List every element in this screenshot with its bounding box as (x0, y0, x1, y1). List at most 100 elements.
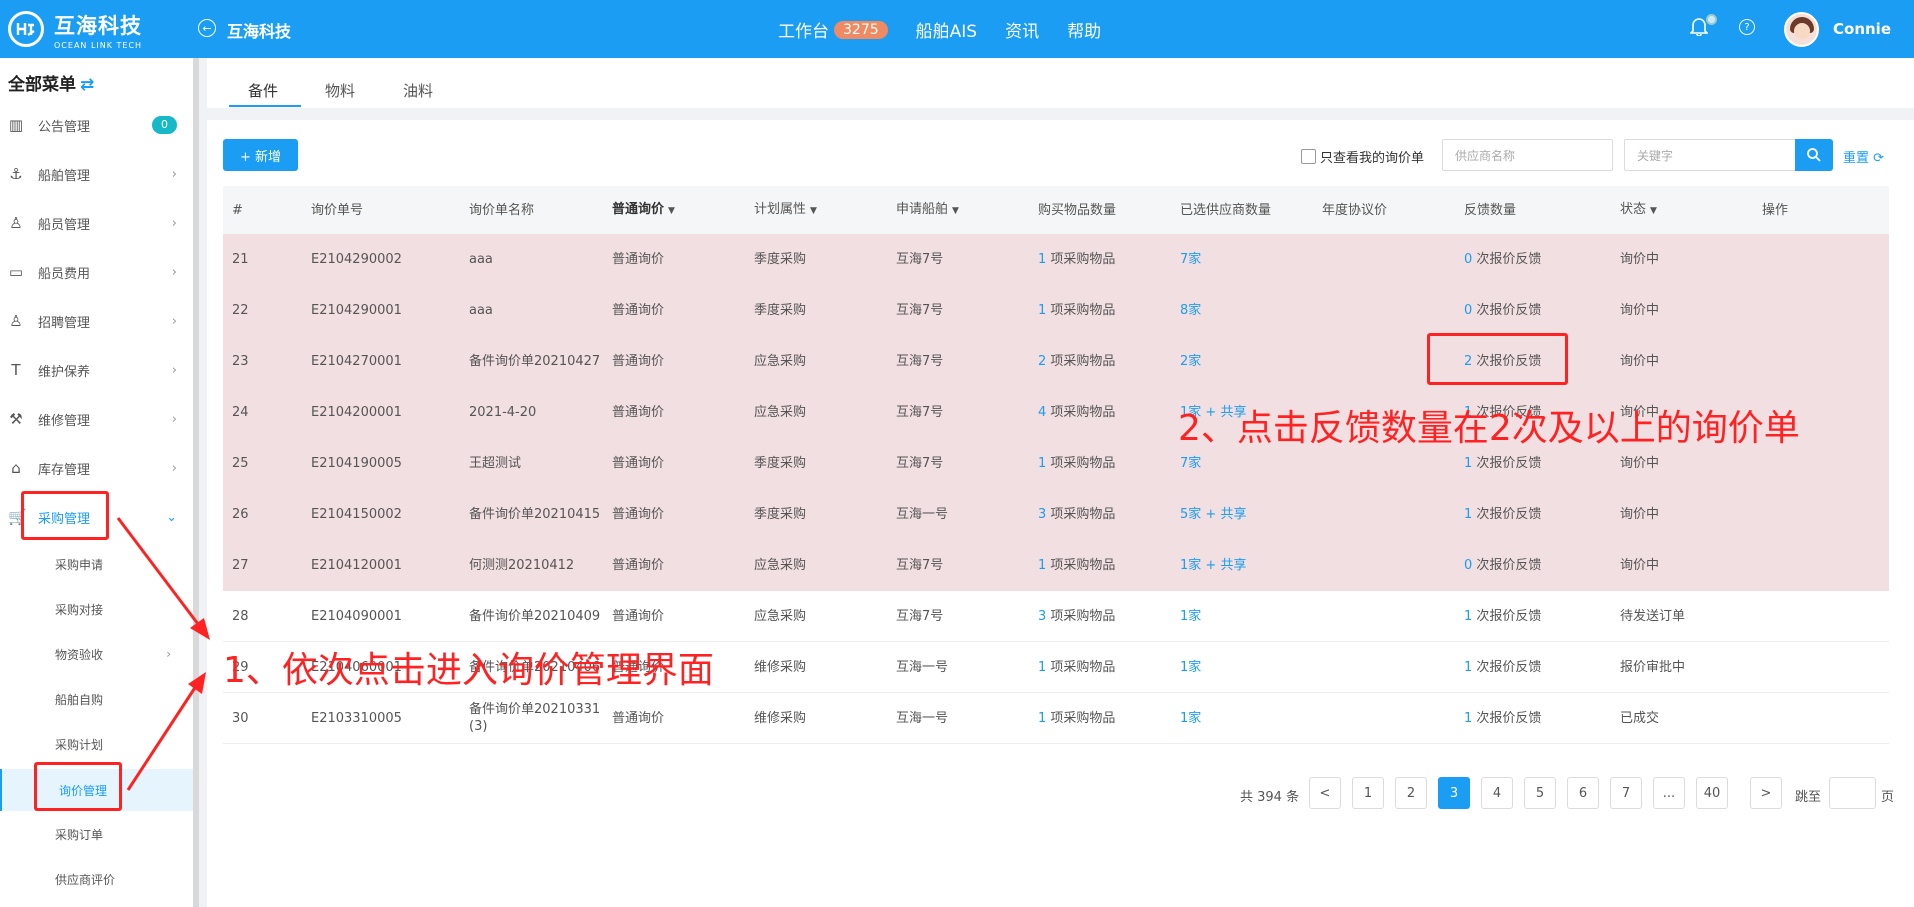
cell-feedback[interactable]: 1 次报价反馈 (1455, 506, 1611, 523)
sidebar-item-crew-cost[interactable]: ▭ 船员费用 › (0, 252, 193, 292)
jump-page-input[interactable] (1829, 777, 1876, 809)
cell-code[interactable]: E2103310005 (302, 710, 460, 727)
cell-name[interactable]: 备件询价单20210331(3) (460, 701, 603, 735)
cell-suppliers[interactable]: 1家 + 共享 (1171, 557, 1313, 574)
supplier-count[interactable]: 2家 (1180, 354, 1201, 369)
col-type[interactable]: 普通询价 ▼ (603, 201, 745, 220)
table-row[interactable]: 22 E2104290001 aaa 普通询价 季度采购 互海7号 1 项采购物品 8家 0 次… (223, 285, 1889, 336)
cell-qty[interactable]: 1 项采购物品 (1029, 302, 1171, 319)
cell-code[interactable]: E2104150002 (302, 506, 460, 523)
cell-code[interactable]: E2104290001 (302, 302, 460, 319)
cell-feedback[interactable]: 0 次报价反馈 (1455, 557, 1611, 574)
prev-page-button[interactable]: < (1309, 777, 1341, 809)
table-row[interactable]: 21 E2104290002 aaa 普通询价 季度采购 互海7号 1 项采购物品 7家 0 次… (223, 234, 1889, 285)
sidebar-item-repair[interactable]: ⚒ 维修管理 › (0, 399, 193, 439)
add-button[interactable]: + 新增 (223, 139, 298, 171)
cell-feedback[interactable]: 1 次报价反馈 (1455, 710, 1611, 727)
sub-item-self-purchase[interactable]: 船舶自购 (0, 679, 193, 719)
cell-feedback[interactable]: 1 次报价反馈 (1455, 608, 1611, 625)
cell-code[interactable]: E2104090001 (302, 608, 460, 625)
table-row[interactable]: 27 E2104120001 何测测20210412 普通询价 应急采购 互海7号 1 项采… (223, 540, 1889, 591)
sidebar-item-crew[interactable]: ♙ 船员管理 › (0, 203, 193, 243)
nav-ship-ais[interactable]: 船舶AIS (916, 17, 977, 42)
cell-suppliers[interactable]: 7家 (1171, 251, 1313, 268)
page-button[interactable]: 1 (1352, 777, 1384, 809)
cell-code[interactable]: E2104200001 (302, 404, 460, 421)
sub-item-supplier-review[interactable]: 供应商评价 (0, 859, 193, 899)
tab-spare-parts[interactable]: 备件 (248, 80, 278, 101)
cell-qty[interactable]: 3 项采购物品 (1029, 608, 1171, 625)
supplier-count[interactable]: 7家 (1180, 252, 1201, 267)
cell-name[interactable]: aaa (460, 251, 603, 268)
page-button[interactable]: 7 (1610, 777, 1642, 809)
cell-code[interactable]: E2104290002 (302, 251, 460, 268)
nav-help[interactable]: 帮助 (1067, 17, 1101, 42)
cell-name[interactable]: aaa (460, 302, 603, 319)
only-mine-checkbox[interactable] (1301, 149, 1316, 164)
cell-name[interactable]: 王超测试 (460, 455, 603, 472)
cell-name[interactable]: 备件询价单20210415 (460, 506, 603, 523)
cell-qty[interactable]: 4 项采购物品 (1029, 404, 1171, 421)
cell-qty[interactable]: 3 项采购物品 (1029, 506, 1171, 523)
cell-suppliers[interactable]: 7家 (1171, 455, 1313, 472)
cell-code[interactable]: E2104120001 (302, 557, 460, 574)
back-arrow-icon[interactable]: ← (198, 19, 216, 37)
reset-button[interactable]: 重置 ⟳ (1843, 147, 1884, 166)
supplier-count[interactable]: 5家 (1180, 507, 1201, 522)
nav-workbench[interactable]: 工作台 3275 (778, 17, 888, 42)
col-status[interactable]: 状态 ▼ (1611, 201, 1753, 220)
swap-icon[interactable]: ⇄ (80, 75, 94, 95)
cell-qty[interactable]: 1 项采购物品 (1029, 455, 1171, 472)
supplier-share[interactable]: + 共享 (1201, 507, 1246, 522)
cell-suppliers[interactable]: 1家 (1171, 710, 1313, 727)
sidebar-item-maintenance[interactable]: T 维护保养 › (0, 350, 193, 390)
avatar[interactable] (1784, 12, 1819, 47)
table-row[interactable]: 28 E2104090001 备件询价单20210409 普通询价 应急采购 互海7号 3 … (223, 591, 1889, 642)
sub-item-purchase-plan[interactable]: 采购计划 (0, 724, 193, 764)
supplier-share[interactable]: + 共享 (1201, 558, 1246, 573)
page-button[interactable]: 2 (1395, 777, 1427, 809)
page-button[interactable]: 6 (1567, 777, 1599, 809)
search-button[interactable] (1795, 139, 1833, 171)
table-row[interactable]: 30 E2103310005 备件询价单20210331(3) 普通询价 维修采购 互海一… (223, 693, 1889, 744)
next-page-button[interactable]: > (1750, 777, 1782, 809)
cell-suppliers[interactable]: 2家 (1171, 353, 1313, 370)
supplier-count[interactable]: 8家 (1180, 303, 1201, 318)
sub-item-purchase-dock[interactable]: 采购对接 (0, 589, 193, 629)
cell-name[interactable]: 备件询价单20210427 (460, 353, 603, 370)
only-mine-filter[interactable]: 只查看我的询价单 (1301, 147, 1424, 166)
sub-item-acceptance[interactable]: 物资验收 › (0, 634, 193, 674)
cell-feedback[interactable]: 1 次报价反馈 (1455, 455, 1611, 472)
supplier-name-input[interactable]: 供应商名称 (1442, 139, 1613, 171)
cell-qty[interactable]: 1 项采购物品 (1029, 557, 1171, 574)
cell-name[interactable]: 2021-4-20 (460, 404, 603, 421)
cell-suppliers[interactable]: 5家 + 共享 (1171, 506, 1313, 523)
cell-name[interactable]: 备件询价单20210409 (460, 608, 603, 625)
table-row[interactable]: 23 E2104270001 备件询价单20210427 普通询价 应急采购 互海7号 2 … (223, 336, 1889, 387)
page-button[interactable]: 40 (1696, 777, 1728, 809)
cell-qty[interactable]: 1 项采购物品 (1029, 251, 1171, 268)
supplier-count[interactable]: 1家 (1180, 558, 1201, 573)
sidebar-item-recruit[interactable]: ♙ 招聘管理 › (0, 301, 193, 341)
username[interactable]: Connie (1833, 20, 1891, 38)
cell-feedback[interactable]: 0 次报价反馈 (1455, 302, 1611, 319)
page-button[interactable]: 5 (1524, 777, 1556, 809)
cell-suppliers[interactable]: 8家 (1171, 302, 1313, 319)
tab-materials[interactable]: 物料 (325, 80, 355, 101)
supplier-count[interactable]: 1家 (1180, 660, 1201, 675)
cell-qty[interactable]: 2 项采购物品 (1029, 353, 1171, 370)
cell-feedback[interactable]: 1 次报价反馈 (1455, 659, 1611, 676)
cell-code[interactable]: E2104190005 (302, 455, 460, 472)
cell-qty[interactable]: 1 项采购物品 (1029, 659, 1171, 676)
nav-news[interactable]: 资讯 (1005, 17, 1039, 42)
page-button[interactable]: 4 (1481, 777, 1513, 809)
sidebar-item-inventory[interactable]: ⌂ 库存管理 › (0, 448, 193, 488)
cell-qty[interactable]: 1 项采购物品 (1029, 710, 1171, 727)
page-button[interactable]: 3 (1438, 777, 1470, 809)
sidebar-item-ship[interactable]: ⚓ 船舶管理 › (0, 154, 193, 194)
sub-item-purchase-request[interactable]: 采购申请 (0, 544, 193, 584)
supplier-count[interactable]: 7家 (1180, 456, 1201, 471)
table-row[interactable]: 26 E2104150002 备件询价单20210415 普通询价 季度采购 互海一号 3 … (223, 489, 1889, 540)
col-plan[interactable]: 计划属性 ▼ (745, 201, 887, 220)
col-ship[interactable]: 申请船舶 ▼ (887, 201, 1029, 220)
